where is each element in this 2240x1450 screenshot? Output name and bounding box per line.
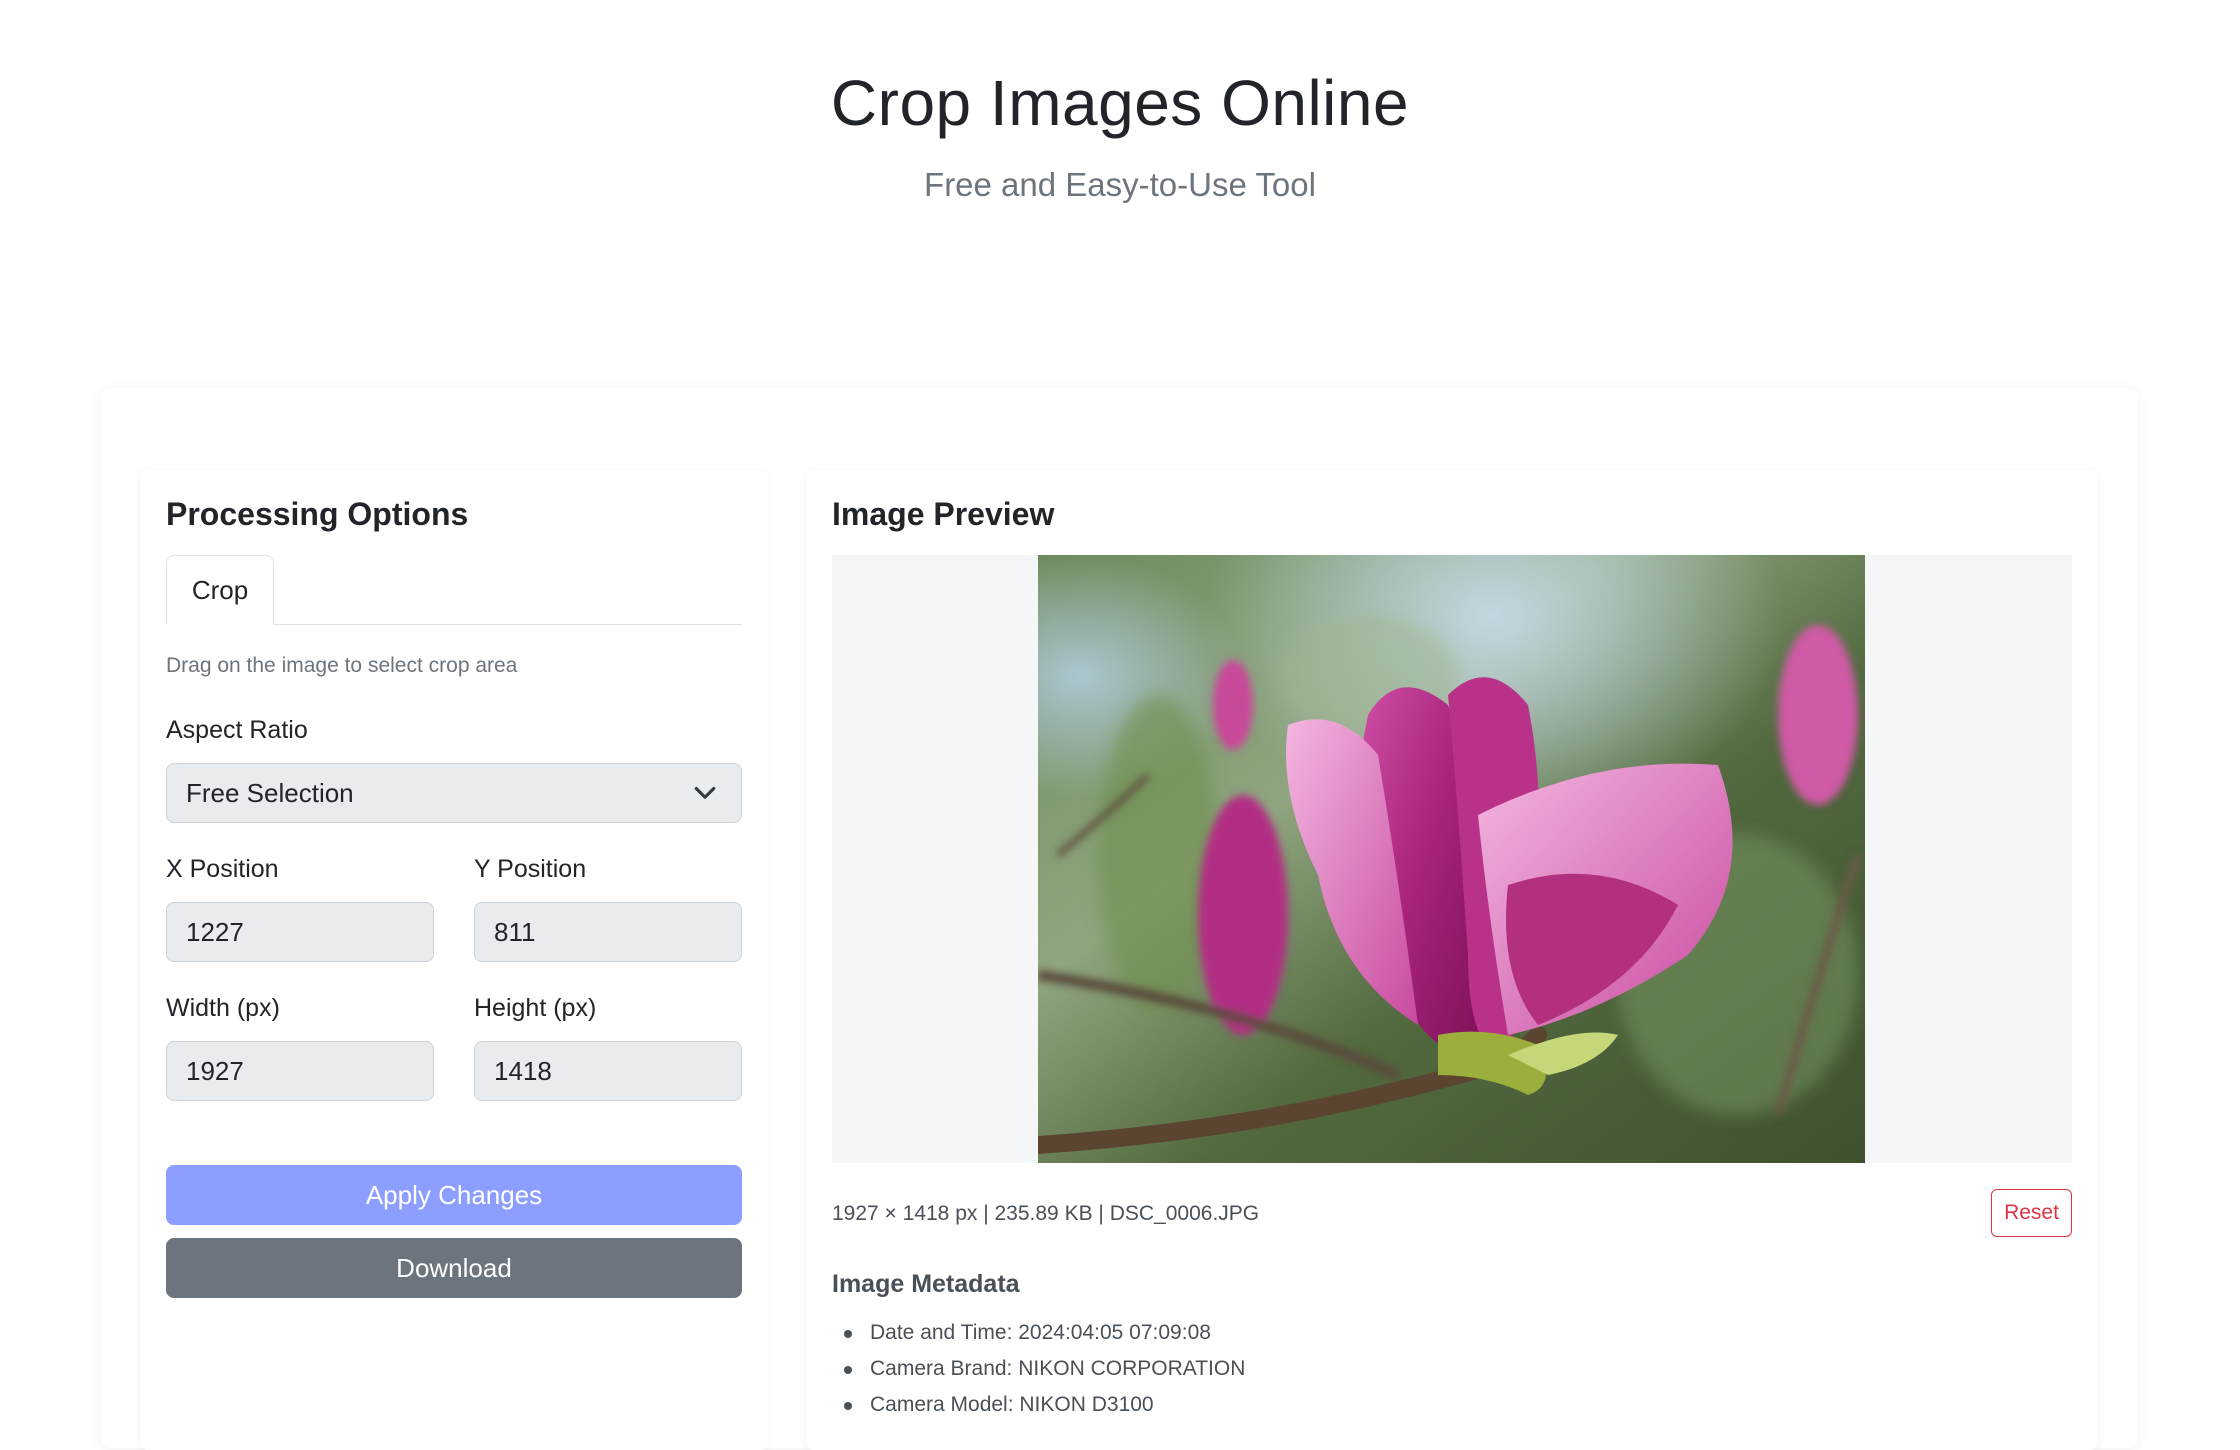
apply-changes-button[interactable]: Apply Changes: [166, 1165, 742, 1225]
y-position-input[interactable]: 811: [474, 902, 742, 962]
metadata-item: Camera Model: NIKON D3100: [844, 1387, 1245, 1423]
tab-crop[interactable]: Crop: [166, 555, 274, 625]
aspect-ratio-label: Aspect Ratio: [166, 716, 308, 744]
width-input[interactable]: 1927: [166, 1041, 434, 1101]
aspect-ratio-select[interactable]: Free Selection: [166, 763, 742, 823]
metadata-heading: Image Metadata: [832, 1270, 1020, 1298]
tab-bar: Crop: [166, 555, 742, 625]
reset-button[interactable]: Reset: [1991, 1189, 2072, 1237]
crop-help-text: Drag on the image to select crop area: [166, 654, 518, 677]
height-label: Height (px): [474, 994, 597, 1022]
y-position-label: Y Position: [474, 855, 587, 883]
x-position-input[interactable]: 1227: [166, 902, 434, 962]
flower-photo: [1038, 555, 1865, 1163]
metadata-item: Camera Brand: NIKON CORPORATION: [844, 1351, 1245, 1387]
aspect-ratio-value: Free Selection: [186, 778, 354, 808]
image-preview-panel: Image Preview 1927 × 1418 px | 235.89 KB…: [806, 470, 2098, 1450]
metadata-list: Date and Time: 2024:04:05 07:09:08 Camer…: [844, 1315, 1245, 1423]
height-input[interactable]: 1418: [474, 1041, 742, 1101]
chevron-down-icon: [694, 786, 716, 799]
page-subtitle: Free and Easy-to-Use Tool: [924, 166, 1316, 203]
image-preview-heading: Image Preview: [832, 496, 1055, 532]
file-info: 1927 × 1418 px | 235.89 KB | DSC_0006.JP…: [832, 1202, 1260, 1225]
width-label: Width (px): [166, 994, 280, 1022]
preview-image[interactable]: [1038, 555, 1865, 1163]
metadata-item: Date and Time: 2024:04:05 07:09:08: [844, 1315, 1245, 1351]
x-position-label: X Position: [166, 855, 279, 883]
page-title: Crop Images Online: [830, 67, 1410, 139]
processing-options-heading: Processing Options: [166, 496, 469, 532]
download-button[interactable]: Download: [166, 1238, 742, 1298]
processing-options-panel: Processing Options Crop Drag on the imag…: [140, 470, 768, 1450]
preview-canvas[interactable]: [832, 555, 2072, 1163]
